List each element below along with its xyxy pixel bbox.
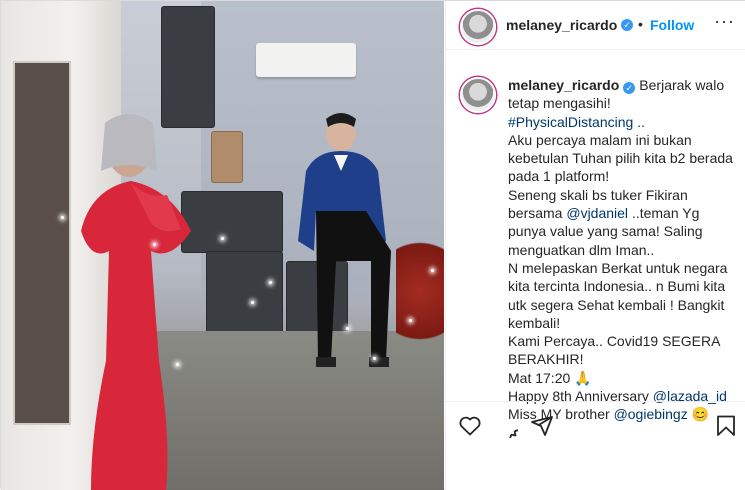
photo-sparkle [346, 327, 349, 330]
more-options-icon[interactable]: ··· [714, 11, 735, 32]
photo-sparkle [61, 216, 64, 219]
photo-woman-in-red [81, 114, 191, 490]
photo-case-stack-2 [211, 131, 243, 183]
heart-icon[interactable] [458, 414, 482, 438]
verified-badge-icon: ✓ [621, 19, 633, 31]
caption-line: N melepaskan Berkat untuk negara kita te… [508, 259, 728, 331]
mention-link-vjdaniel[interactable]: @vjdaniel [566, 205, 628, 221]
photo-air-conditioner [256, 43, 356, 77]
post-side-panel: melaney_ricardo ✓ • Follow ··· melaney_r… [445, 1, 745, 490]
caption-username[interactable]: melaney_ricardo [508, 77, 619, 93]
header-separator: • [638, 16, 643, 32]
photo-sparkle [153, 243, 156, 246]
share-icon[interactable] [530, 414, 554, 438]
photo-man-in-blue [298, 113, 391, 367]
action-bar [446, 401, 745, 450]
photo-sparkle [409, 319, 412, 322]
post-header: melaney_ricardo ✓ • Follow ··· [446, 1, 745, 50]
post-photo[interactable] [1, 1, 444, 490]
photo-cable-reel [396, 221, 444, 361]
photo-sparkle [176, 363, 179, 366]
hashtag-link[interactable]: #PhysicalDistancing .. [508, 113, 734, 131]
post-frame: melaney_ricardo ✓ • Follow ··· melaney_r… [0, 0, 745, 490]
photo-case-stack-4 [206, 251, 283, 338]
photo-sparkle [269, 281, 272, 284]
caption-line: Kami Percaya.. Covid19 SEGERA BERAKHIR! [508, 333, 720, 368]
header-username[interactable]: melaney_ricardo [506, 17, 617, 33]
photo-sparkle [221, 237, 224, 240]
caption-line: Mat 17:20 [508, 369, 571, 386]
caption-line: Aku percaya malam ini bukan kebetulan Tu… [508, 131, 733, 185]
avatar[interactable] [460, 9, 496, 45]
comment-icon[interactable] [494, 414, 518, 438]
photo-sparkle [431, 269, 434, 272]
post-caption: melaney_ricardo ✓ Berjarak walo tetap meng… [508, 76, 734, 424]
photo-sparkle [373, 357, 376, 360]
photo-case-stack-1 [161, 6, 215, 128]
pray-emoji: 🙏 [574, 369, 592, 386]
photo-door-panel [13, 61, 71, 425]
caption-avatar[interactable] [460, 77, 496, 113]
verified-badge-icon: ✓ [623, 82, 636, 94]
bookmark-icon[interactable] [714, 414, 738, 438]
follow-button[interactable]: Follow [650, 17, 694, 33]
photo-sparkle [251, 301, 254, 304]
